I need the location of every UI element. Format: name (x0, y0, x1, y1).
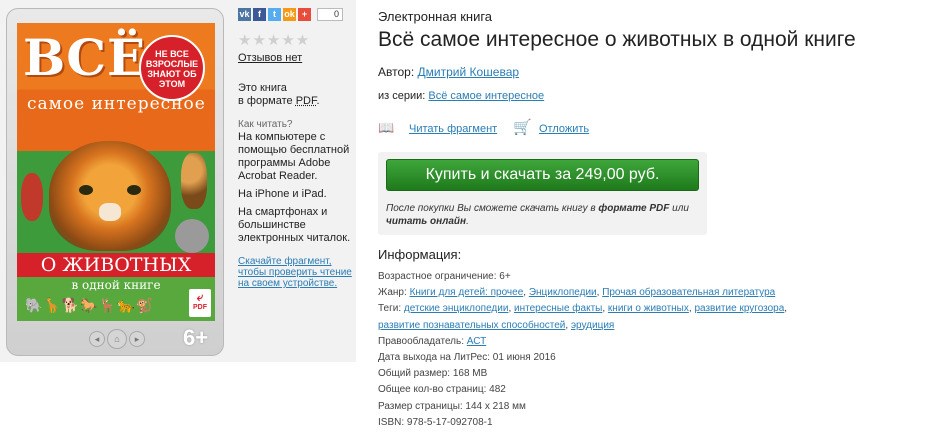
book-cover[interactable]: ВСЁ самое интересное НЕ ВСЕ ВЗРОСЛЫЕ ЗНА… (17, 23, 215, 321)
cover-sub-line: в одной книге (71, 278, 161, 292)
format-suffix: . (316, 95, 320, 107)
info-title: Информация: (378, 247, 462, 262)
twitter-icon[interactable]: t (268, 8, 281, 21)
howto-label: Как читать? (238, 119, 293, 130)
vk-icon[interactable]: vk (238, 8, 251, 21)
odnoklassniki-icon[interactable]: ok (283, 8, 296, 21)
cover-red-bar: О ЖИВОТНЫХ (17, 253, 215, 277)
tag-link[interactable]: детские энциклопедии (404, 303, 509, 314)
format-line1: Это книга (238, 82, 287, 94)
acrobat-glyph: ⤶ (196, 290, 204, 304)
tags-label: Теги: (378, 303, 404, 315)
ereader-device: ВСЁ самое интересное НЕ ВСЕ ВЗРОСЛЫЕ ЗНА… (6, 8, 224, 356)
rights-label: Правообладатель: (378, 335, 467, 347)
author-link[interactable]: Дмитрий Кошевар (418, 65, 520, 79)
howto-list: На компьютере с помощью бесплатной прогр… (238, 131, 356, 250)
animal-silhouettes: 🐘🦒🐕🐎🦌🐆🐒 (25, 297, 155, 313)
parrot-image (21, 173, 43, 221)
info-pages: Общее кол-во страниц: 482 (378, 384, 506, 396)
series-label: из серии: (378, 90, 429, 102)
author-label: Автор: (378, 65, 418, 79)
buy-note-suffix: . (466, 216, 469, 227)
buy-box: Купить и скачать за 249,00 руб. После по… (378, 152, 707, 235)
howto-item: На смартфонах и большинстве электронных … (238, 206, 351, 244)
info-page-size: Размер страницы: 144 x 218 мм (378, 400, 526, 412)
buy-note: После покупки Вы сможете скачать книгу в… (386, 202, 691, 228)
defer-link[interactable]: Отложить (539, 123, 589, 135)
age-label: Возрастное ограничение: (378, 271, 500, 282)
tag-link[interactable]: развитие познавательных способностей (378, 320, 565, 331)
plus-icon[interactable]: + (298, 8, 311, 21)
age-value: 6+ (499, 271, 511, 282)
pdf-icon-label: PDF (193, 304, 207, 311)
info-isbn: ISBN: 978-5-17-092708-1 (378, 416, 493, 428)
buy-note-prefix: После покупки Вы сможете скачать книгу в (386, 203, 599, 214)
format-line2: в формате PDF. (238, 95, 320, 108)
pdf-icon: ⤶ PDF (189, 289, 211, 317)
info-rights: Правообладатель: АСТ (378, 334, 950, 350)
format-prefix: в формате (238, 95, 296, 107)
book-type: Электронная книга (378, 9, 493, 24)
koala-image (175, 219, 209, 253)
cover-title-big: ВСЁ (23, 28, 147, 87)
genre-link[interactable]: Книги для детей: прочее (410, 287, 524, 298)
read-fragment-link[interactable]: Читать фрагмент (409, 123, 497, 135)
buy-note-mid: или (669, 203, 689, 214)
tag-link[interactable]: интересные факты (514, 303, 602, 314)
genre-label: Жанр: (378, 287, 410, 299)
info-size: Общий размер: 168 MB (378, 368, 488, 380)
genre-link[interactable]: Энциклопедии (529, 287, 597, 298)
open-book-icon: 📖 (378, 120, 395, 135)
device-controls: ◂ ⌂ ▸ (85, 329, 149, 349)
left-panel: ВСЁ самое интересное НЕ ВСЕ ВЗРОСЛЫЕ ЗНА… (0, 0, 356, 362)
info-tags: Теги: детские энциклопедии, интересные ф… (378, 303, 788, 315)
tag-link[interactable]: книги о животных (608, 303, 689, 314)
forward-icon[interactable]: ▸ (129, 331, 145, 347)
buy-note-online: читать онлайн (386, 216, 467, 227)
rating-stars[interactable]: ★★★★★ (238, 31, 310, 49)
page-title: Всё самое интересное о животных в одной … (378, 28, 856, 51)
tag-link[interactable]: эрудиция (571, 320, 614, 331)
home-icon[interactable]: ⌂ (107, 329, 127, 349)
info-genre: Жанр: Книги для детей: прочее, Энциклопе… (378, 287, 776, 299)
giraffe-image (181, 153, 207, 209)
author-line: Автор: Дмитрий Кошевар (378, 65, 519, 79)
info-tags-cont: развитие познавательных способностей, эр… (378, 319, 615, 331)
download-fragment-link[interactable]: Скачайте фрагмент, чтобы проверить чтени… (238, 256, 356, 289)
series-link[interactable]: Всё самое интересное (428, 90, 544, 102)
format-info: Это книга в формате PDF. (238, 82, 320, 108)
rights-link[interactable]: АСТ (467, 336, 486, 347)
tag-link[interactable]: развитие кругозора (694, 303, 784, 314)
buy-note-format: формате PDF (598, 203, 670, 214)
facebook-icon[interactable]: f (253, 8, 266, 21)
howto-item: На компьютере с помощью бесплатной прогр… (238, 131, 350, 182)
genre-link[interactable]: Прочая образовательная литература (602, 287, 775, 298)
howto-item: На iPhone и iPad. (238, 188, 327, 200)
series-line: из серии: Всё самое интересное (378, 90, 544, 102)
info-list: Возрастное ограничение: 6+ Жанр: Книги д… (378, 269, 950, 431)
age-rating-badge: 6+ (183, 325, 209, 350)
info-age: Возрастное ограничение: 6+ (378, 269, 950, 285)
share-bar: vk f t ok + 0 (238, 8, 343, 22)
buy-button[interactable]: Купить и скачать за 249,00 руб. (386, 159, 699, 191)
info-release: Дата выхода на ЛитРес: 01 июня 2016 (378, 352, 556, 364)
cart-icon: 🛒 (513, 119, 532, 136)
cover-badge: НЕ ВСЕ ВЗРОСЛЫЕ ЗНАЮТ ОБ ЭТОМ (139, 35, 205, 101)
share-counter: 0 (317, 8, 343, 21)
back-icon[interactable]: ◂ (89, 331, 105, 347)
reviews-link[interactable]: Отзывов нет (238, 52, 302, 64)
tiger-image (49, 141, 171, 251)
format-pdf: PDF (295, 95, 317, 107)
